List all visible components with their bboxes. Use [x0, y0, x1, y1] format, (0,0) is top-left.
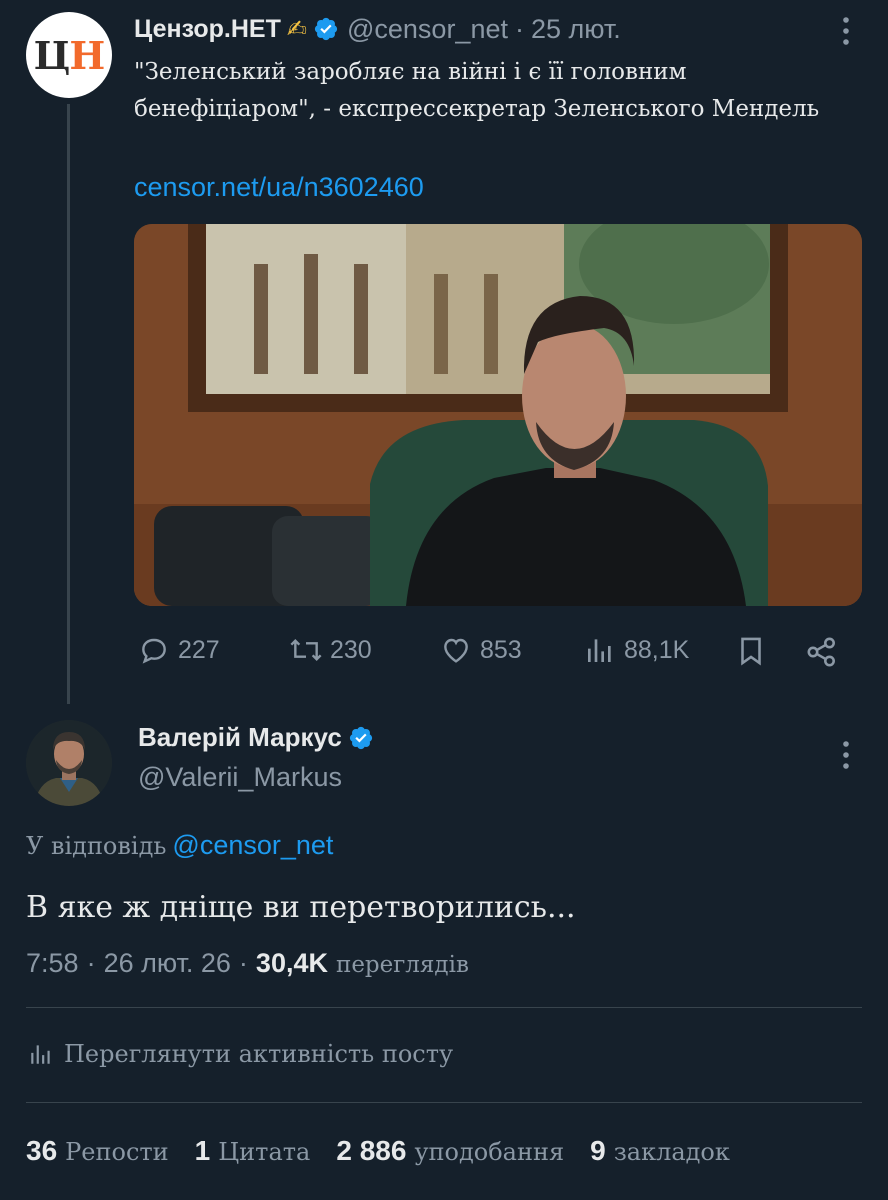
reply-count: 227 [178, 635, 220, 664]
reply-date[interactable]: 26 лют. 26 [104, 948, 231, 979]
bookmarks-label: закладок [613, 1138, 730, 1166]
meta-separator: · [238, 948, 248, 978]
reply-time[interactable]: 7:58 [26, 948, 79, 979]
repost-action[interactable]: 230 [286, 634, 372, 666]
avatar-photo [26, 720, 112, 806]
verified-badge-icon [349, 726, 372, 749]
replying-to-handle[interactable]: @censor_net [172, 830, 333, 860]
replying-to-label: У відповідь [26, 832, 167, 860]
replying-to: У відповідь @censor_net [26, 830, 333, 861]
bookmarks-stat[interactable]: 9 закладок [590, 1135, 730, 1167]
repost-icon [290, 638, 322, 662]
more-options-icon[interactable] [836, 738, 856, 772]
reply-author-name[interactable]: Валерій Маркус [138, 722, 342, 753]
meta-separator: · [86, 948, 96, 978]
reply-views-count: 30,4K [255, 948, 328, 978]
parent-tweet-text: "Зеленський заробляє на війні і є її гол… [134, 59, 820, 122]
reply-icon [142, 638, 166, 664]
quotes-stat[interactable]: 1 Цитата [195, 1135, 311, 1167]
activity-label: Переглянути активність посту [64, 1040, 454, 1068]
bookmark-icon [741, 637, 761, 666]
views-icon [588, 639, 611, 662]
like-action[interactable]: 853 [438, 634, 522, 666]
photo-illustration [134, 224, 862, 606]
reply-handle[interactable]: @Valerii_Markus [138, 762, 342, 793]
reposts-count: 36 [26, 1135, 58, 1166]
parent-author-name[interactable]: Цензор.НЕТ [134, 15, 281, 44]
likes-stat[interactable]: 2 886 уподобання [336, 1135, 564, 1167]
share-icon [807, 637, 835, 667]
reply-author-row: Валерій Маркус [138, 722, 374, 753]
censor-net-avatar[interactable]: ЦН [26, 12, 112, 98]
writing-hand-emoji: ✍ [286, 15, 307, 43]
like-icon [444, 638, 468, 663]
verified-badge-icon [314, 17, 338, 41]
parent-date[interactable]: 25 лют. [531, 14, 621, 45]
share-action[interactable] [804, 634, 840, 670]
quotes-label: Цитата [218, 1138, 311, 1166]
like-count: 853 [480, 635, 522, 664]
likes-label: уподобання [414, 1138, 565, 1166]
reply-views-label: переглядів [335, 952, 469, 978]
reply-stats: 36 Репости 1 Цитата 2 886 уподобання 9 з… [26, 1135, 756, 1167]
reposts-stat[interactable]: 36 Репости [26, 1135, 169, 1167]
repost-count: 230 [330, 635, 372, 664]
reply-tweet-text: В яке ж дніще ви перетворились... [26, 890, 576, 925]
parent-tweet-actions: 227 230 853 88,1K [134, 624, 862, 680]
valerii-markus-avatar[interactable] [26, 720, 112, 806]
avatar-letter-1: Ц [33, 32, 71, 78]
activity-icon [31, 1045, 50, 1064]
divider [26, 1102, 862, 1103]
tweet-photo[interactable] [134, 224, 862, 606]
views-count: 88,1K [624, 635, 690, 664]
reply-meta: 7:58 · 26 лют. 26 · 30,4K переглядів [26, 948, 469, 979]
divider [26, 1007, 862, 1008]
parent-handle[interactable]: @censor_net [347, 14, 508, 45]
bookmarks-count: 9 [590, 1135, 606, 1166]
reposts-label: Репости [65, 1138, 169, 1166]
parent-tweet-header: Цензор.НЕТ ✍ @censor_net · 25 лют. [134, 12, 621, 46]
quotes-count: 1 [194, 1135, 211, 1166]
view-post-activity[interactable]: Переглянути активність посту [28, 1040, 453, 1068]
reply-action[interactable]: 227 [136, 634, 220, 666]
bookmark-action[interactable] [734, 634, 768, 668]
header-separator: · [514, 13, 524, 44]
more-options-icon[interactable] [836, 14, 856, 48]
thread-connector-line [67, 104, 70, 704]
avatar-letter-2: Н [69, 32, 105, 78]
likes-count: 2 886 [336, 1135, 407, 1166]
article-link[interactable]: censor.net/ua/n3602460 [134, 172, 424, 203]
views-action[interactable]: 88,1K [584, 634, 689, 666]
